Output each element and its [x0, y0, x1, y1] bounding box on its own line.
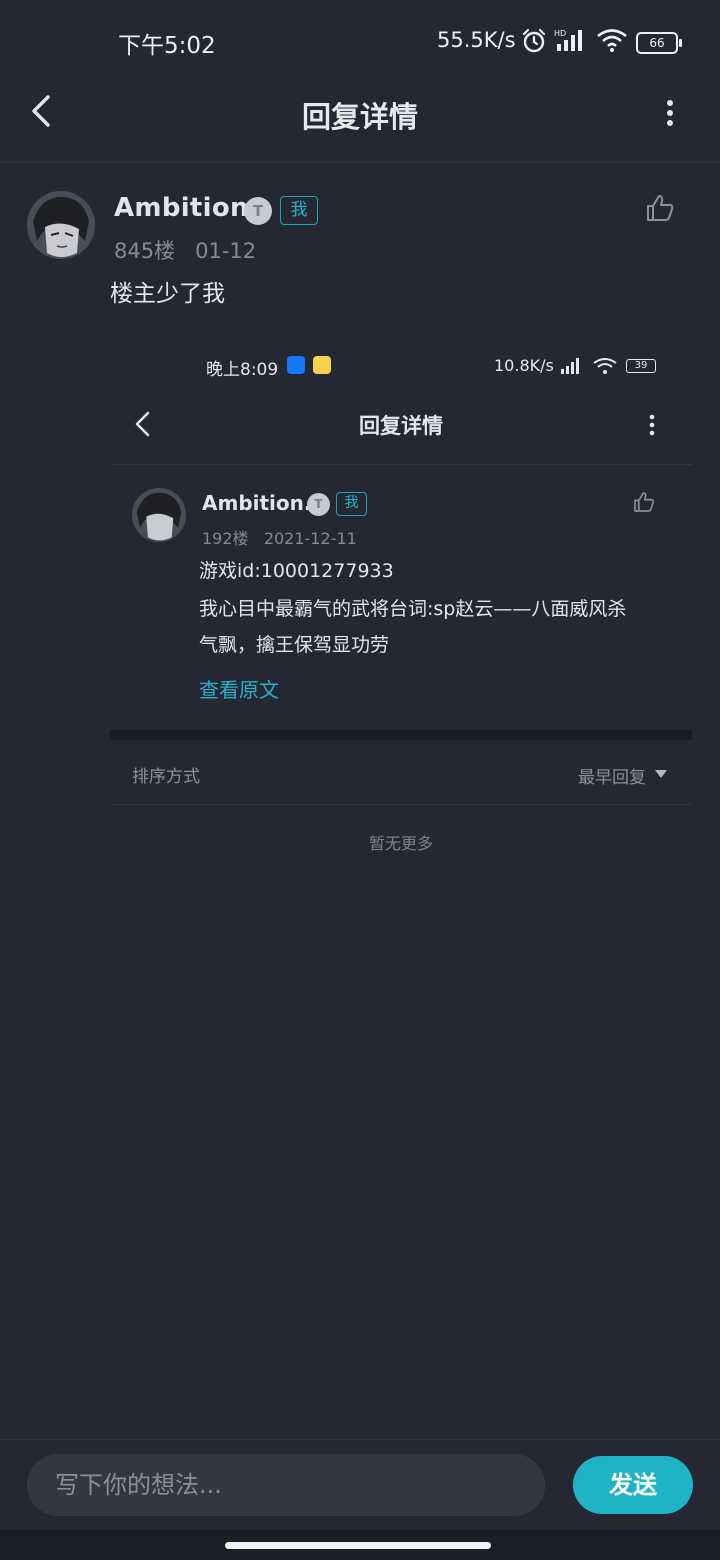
reply-content: 楼主少了我	[110, 281, 225, 307]
floor-number: 845楼	[114, 239, 176, 263]
embedded-content-line: 我心目中最霸气的武将台词:sp赵云——八面威风杀	[199, 598, 627, 620]
status-time: 下午5:02	[118, 33, 216, 59]
reply-meta: 845楼 01-12	[114, 235, 256, 265]
more-vertical-icon[interactable]	[658, 96, 682, 130]
embedded-wifi-icon	[593, 358, 617, 374]
app-icon	[313, 356, 331, 374]
embedded-me-tag: 我	[336, 492, 367, 516]
embedded-avatar	[132, 488, 186, 542]
wifi-icon	[597, 29, 627, 52]
embedded-signal-icon	[561, 358, 579, 374]
embedded-caret-down-icon	[655, 770, 667, 778]
embedded-avatar-image	[132, 488, 186, 542]
embedded-content-line: 游戏id:10001277933	[199, 560, 394, 582]
embedded-thumbs-up-icon	[634, 492, 655, 512]
battery-icon: 66	[636, 32, 682, 54]
thumbs-up-icon[interactable]	[644, 192, 676, 224]
alarm-icon	[522, 28, 546, 53]
composer-divider	[0, 1439, 720, 1440]
username[interactable]: Ambition.	[114, 193, 259, 223]
embedded-level-badge-icon: T	[307, 493, 330, 516]
reply-date: 01-12	[195, 239, 257, 263]
embedded-divider	[110, 464, 692, 465]
embedded-page-title: 回复详情	[359, 414, 443, 438]
avatar[interactable]	[27, 191, 95, 259]
embedded-content-line: 气飘，擒王保驾显功劳	[199, 634, 390, 656]
embedded-sort-label: 排序方式	[132, 767, 200, 787]
alipay-icon	[287, 356, 305, 374]
home-indicator[interactable]	[225, 1542, 491, 1549]
comment-input[interactable]	[27, 1454, 545, 1516]
embedded-section-gap	[110, 730, 692, 740]
embedded-username: Ambition.	[202, 491, 312, 515]
embedded-status-time: 晚上8:09	[206, 360, 279, 380]
embedded-view-original-link: 查看原文	[199, 678, 279, 702]
embedded-floor-number: 192楼	[202, 529, 249, 548]
avatar-image	[27, 191, 95, 259]
page-title: 回复详情	[301, 100, 418, 134]
embedded-reply-date: 2021-12-11	[263, 529, 357, 548]
embedded-status-speed: 10.8K/s	[494, 356, 554, 375]
svg-text:HD: HD	[554, 29, 566, 38]
hd-signal-icon: HD	[554, 29, 582, 51]
embedded-reply-meta: 192楼 2021-12-11	[202, 525, 357, 549]
status-network-speed: 55.5K/s	[437, 28, 516, 52]
embedded-sort-value: 最早回复	[578, 768, 646, 788]
me-tag: 我	[280, 196, 318, 225]
send-button[interactable]: 发送	[573, 1456, 693, 1514]
level-badge-icon: T	[244, 197, 272, 225]
embedded-more-vertical-icon	[649, 414, 655, 436]
embedded-battery-icon: 39	[626, 359, 656, 373]
embedded-no-more-text: 暂无更多	[368, 834, 433, 853]
embedded-divider	[110, 804, 692, 805]
